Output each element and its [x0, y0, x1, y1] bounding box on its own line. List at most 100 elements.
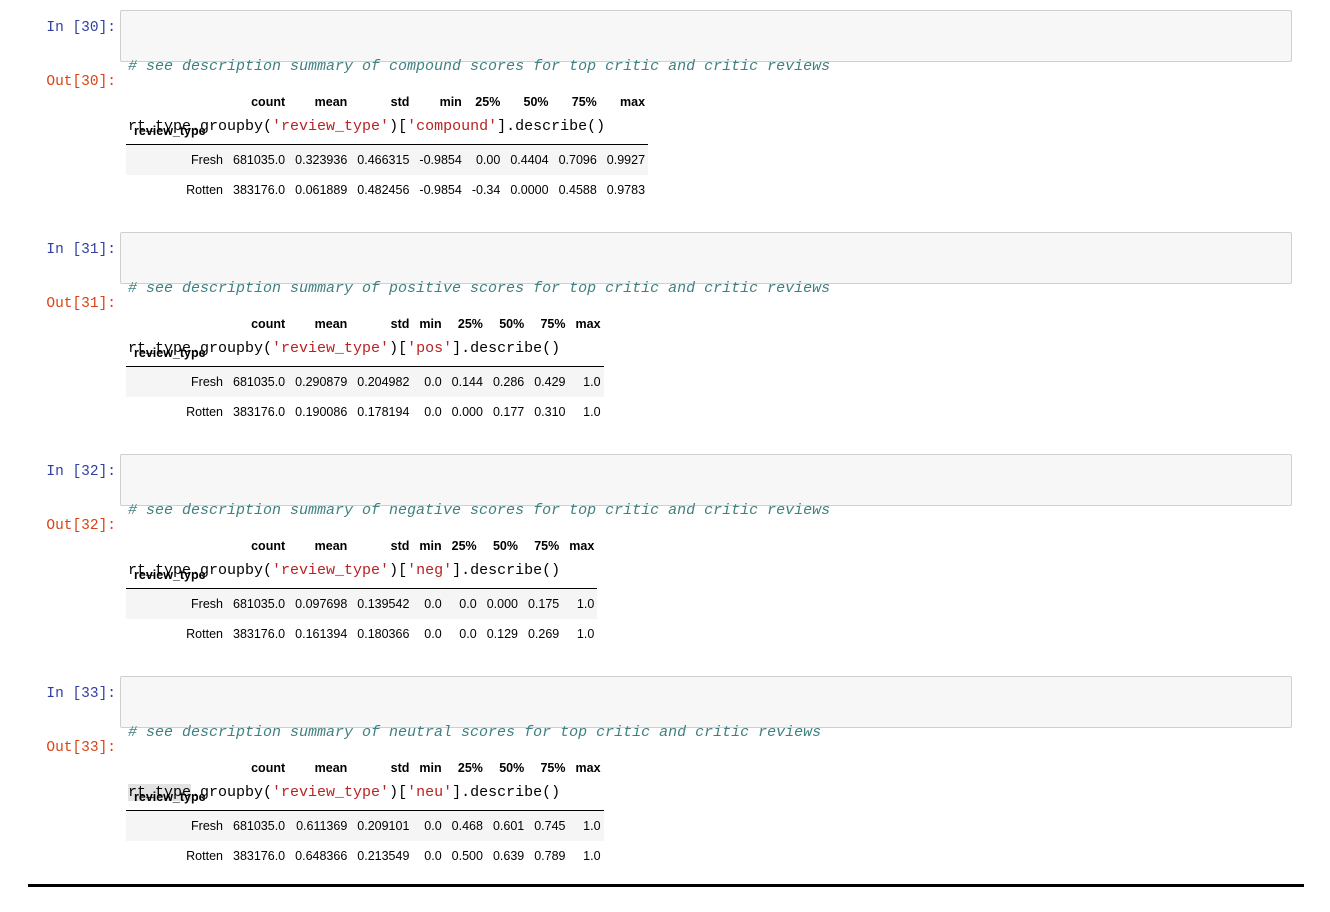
output-prompt: Out[30]:: [46, 74, 116, 90]
column-header: min: [419, 539, 442, 553]
table-cell: 0.482456: [357, 183, 410, 197]
table-cell: 0.9927: [599, 144, 649, 175]
table-row: Rotten 383176.0 0.061889 0.482456 -0.985…: [126, 175, 648, 205]
input-prompt: In [32]:: [46, 464, 116, 480]
column-header: 50%: [499, 761, 525, 775]
column-header: 50%: [523, 95, 549, 109]
table-cell: 0.000: [479, 588, 521, 619]
index-name: review_type: [126, 340, 226, 367]
table-cell: 681035.0: [226, 144, 289, 175]
column-header: max: [569, 539, 595, 553]
table-cell: 0.0: [424, 627, 442, 641]
header-row: count mean std min 25% 50% 75% max: [126, 86, 648, 118]
table-cell: 0.177: [492, 405, 525, 419]
row-label: Rotten: [186, 627, 223, 641]
table-cell: 0.097698: [288, 588, 351, 619]
output-prompt: Out[32]:: [46, 518, 116, 534]
table-cell: 0.310: [534, 405, 566, 419]
table-cell: 0.4588: [558, 183, 597, 197]
table-cell: -0.9854: [419, 183, 462, 197]
table-cell: 0.129: [486, 627, 518, 641]
table-cell: 0.745: [527, 810, 569, 841]
table-cell: 0.139542: [350, 588, 413, 619]
table-cell: 0.061889: [295, 183, 348, 197]
table-cell: 0.144: [444, 366, 486, 397]
table-cell: 1.0: [568, 810, 604, 841]
column-header: 50%: [499, 317, 525, 331]
column-header: count: [251, 761, 286, 775]
table-cell: 0.180366: [357, 627, 410, 641]
header-row: count mean std min 25% 50% 75% max: [126, 530, 597, 562]
column-header: std: [390, 539, 410, 553]
row-label: Rotten: [186, 183, 223, 197]
column-header: 75%: [534, 539, 560, 553]
table-cell: 0.0: [412, 366, 445, 397]
index-name-row: review_type: [126, 340, 604, 367]
table-cell: 0.789: [534, 849, 566, 863]
table-cell: 0.648366: [295, 849, 348, 863]
input-prompt: In [33]:: [46, 686, 116, 702]
column-header: 50%: [492, 539, 518, 553]
code-input[interactable]: # see description summary of compound sc…: [120, 10, 1292, 135]
table-cell: 383176.0: [233, 627, 286, 641]
code-input[interactable]: # see description summary of positive sc…: [120, 232, 1292, 357]
table-cell: 681035.0: [226, 810, 289, 841]
column-header: mean: [314, 317, 348, 331]
table-cell: 0.500: [451, 849, 483, 863]
table-row: Fresh 681035.0 0.611369 0.209101 0.0 0.4…: [126, 810, 604, 841]
table-cell: 0.0: [424, 849, 442, 863]
table-cell: 0.175: [520, 588, 563, 619]
code-comment: # see description summary of compound sc…: [128, 58, 831, 75]
column-header: std: [390, 317, 410, 331]
table-cell: 1.0: [568, 366, 604, 397]
table-cell: 1.0: [583, 405, 601, 419]
table-cell: 0.4404: [503, 144, 552, 175]
column-header: 25%: [475, 95, 501, 109]
dataframe-table: count mean std min 25% 50% 75% max revie…: [126, 530, 598, 649]
table-cell: 0.161394: [295, 627, 348, 641]
table-cell: 0.0000: [510, 183, 549, 197]
column-header: mean: [314, 95, 348, 109]
dataframe-table: count mean std min 25% 50% 75% max revie…: [126, 308, 604, 427]
column-header: min: [419, 317, 442, 331]
table-cell: 0.178194: [357, 405, 410, 419]
table-cell: 0.323936: [288, 144, 351, 175]
table-cell: 1.0: [562, 588, 598, 619]
column-header: max: [620, 95, 646, 109]
table-row: Fresh 681035.0 0.323936 0.466315 -0.9854…: [126, 144, 649, 175]
code-input[interactable]: # see description summary of neutral sco…: [120, 676, 1292, 801]
row-label: Fresh: [126, 144, 226, 175]
divider-line: [28, 884, 1304, 887]
column-header: max: [575, 761, 601, 775]
output-prompt: Out[33]:: [46, 740, 116, 756]
table-row: Fresh 681035.0 0.290879 0.204982 0.0 0.1…: [126, 366, 604, 397]
column-header: 75%: [540, 317, 566, 331]
index-name-row: review_type: [126, 562, 598, 589]
table-cell: 0.611369: [288, 810, 351, 841]
code-input[interactable]: # see description summary of negative sc…: [120, 454, 1292, 579]
column-header: max: [575, 317, 601, 331]
table-cell: 681035.0: [226, 366, 289, 397]
table-cell: 0.269: [527, 627, 560, 641]
table-cell: 0.601: [485, 810, 528, 841]
table-cell: 0.213549: [357, 849, 410, 863]
row-label: Fresh: [126, 366, 226, 397]
table-cell: 0.290879: [288, 366, 351, 397]
output-prompt: Out[31]:: [46, 296, 116, 312]
table-cell: 383176.0: [233, 405, 286, 419]
table-cell: -0.9854: [412, 144, 465, 175]
table-cell: 0.000: [451, 405, 483, 419]
column-header: std: [390, 95, 410, 109]
table-cell: 0.468: [444, 810, 486, 841]
header-row: count mean std min 25% 50% 75% max: [126, 752, 604, 784]
table-cell: 0.639: [492, 849, 525, 863]
code-comment: # see description summary of neutral sco…: [128, 724, 822, 741]
row-label: Rotten: [186, 405, 223, 419]
column-header: 25%: [451, 539, 477, 553]
table-cell: 0.209101: [350, 810, 413, 841]
code-comment: # see description summary of positive sc…: [128, 280, 831, 297]
index-name-row: review_type: [126, 784, 604, 811]
table-row: Fresh 681035.0 0.097698 0.139542 0.0 0.0…: [126, 588, 598, 619]
table-row: Rotten 383176.0 0.190086 0.178194 0.0 0.…: [126, 397, 604, 427]
column-header: std: [390, 761, 410, 775]
